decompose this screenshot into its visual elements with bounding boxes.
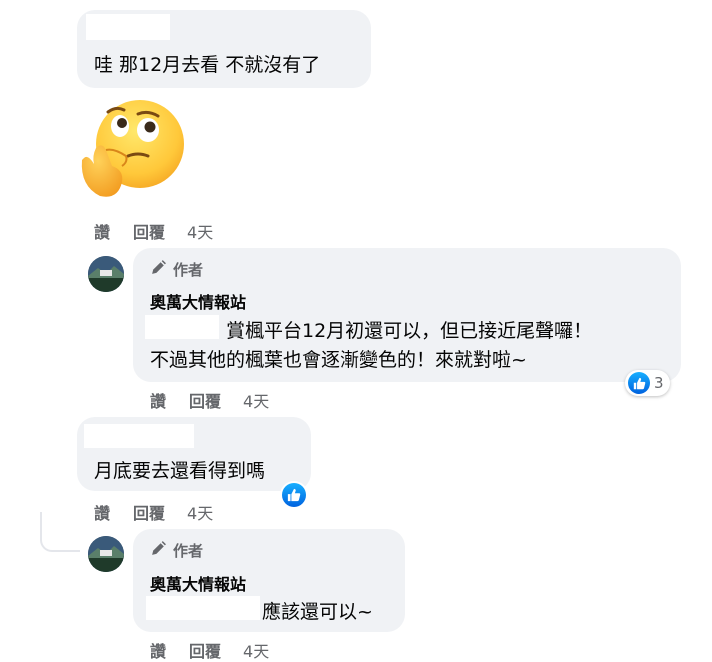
timestamp[interactable]: 4天 xyxy=(243,638,269,662)
author-badge: 作者 xyxy=(150,259,203,280)
thinking-face-icon xyxy=(78,96,188,202)
author-name[interactable]: 奧萬大情報站 xyxy=(150,289,246,313)
comment-text: 應該還可以~ xyxy=(262,601,373,623)
comment-actions-2: 讚 回覆 4天 xyxy=(150,388,269,412)
comment-text-line2: 不過其他的楓葉也會逐漸變色的！來就對啦~ xyxy=(150,349,527,371)
comment-actions-1: 讚 回覆 4天 xyxy=(94,219,213,243)
timestamp[interactable]: 4天 xyxy=(187,500,213,524)
reply-thread-line xyxy=(40,512,80,552)
comment-actions-4: 讚 回覆 4天 xyxy=(150,638,269,662)
reply-button[interactable]: 回覆 xyxy=(133,500,165,524)
reaction-count[interactable]: 3 xyxy=(625,370,670,396)
avatar[interactable] xyxy=(88,256,124,292)
author-badge: 作者 xyxy=(150,540,203,561)
comment-text: 哇 那12月去看 不就沒有了 xyxy=(94,54,321,76)
reply-button[interactable]: 回覆 xyxy=(189,638,221,662)
timestamp[interactable]: 4天 xyxy=(187,219,213,243)
redacted-username xyxy=(84,424,194,448)
author-name[interactable]: 奧萬大情報站 xyxy=(150,571,246,595)
like-button[interactable]: 讚 xyxy=(150,388,166,412)
like-button[interactable]: 讚 xyxy=(94,219,110,243)
avatar[interactable] xyxy=(88,536,124,572)
comment-text: 月底要去還看得到嗎 xyxy=(94,460,266,482)
redacted-mention xyxy=(146,596,260,620)
comment-actions-3: 讚 回覆 4天 xyxy=(94,500,213,524)
thumbs-up-icon[interactable] xyxy=(282,483,306,507)
thumbs-up-icon xyxy=(628,372,650,394)
pencil-icon xyxy=(150,259,167,280)
timestamp[interactable]: 4天 xyxy=(243,388,269,412)
like-button[interactable]: 讚 xyxy=(150,638,166,662)
redacted-mention xyxy=(145,315,219,339)
comment-text-line1: 賞楓平台12月初還可以，但已接近尾聲囉！ xyxy=(226,320,593,342)
redacted-username xyxy=(86,14,170,40)
like-button[interactable]: 讚 xyxy=(94,500,110,524)
pencil-icon xyxy=(150,540,167,561)
reply-button[interactable]: 回覆 xyxy=(133,219,165,243)
reply-button[interactable]: 回覆 xyxy=(189,388,221,412)
